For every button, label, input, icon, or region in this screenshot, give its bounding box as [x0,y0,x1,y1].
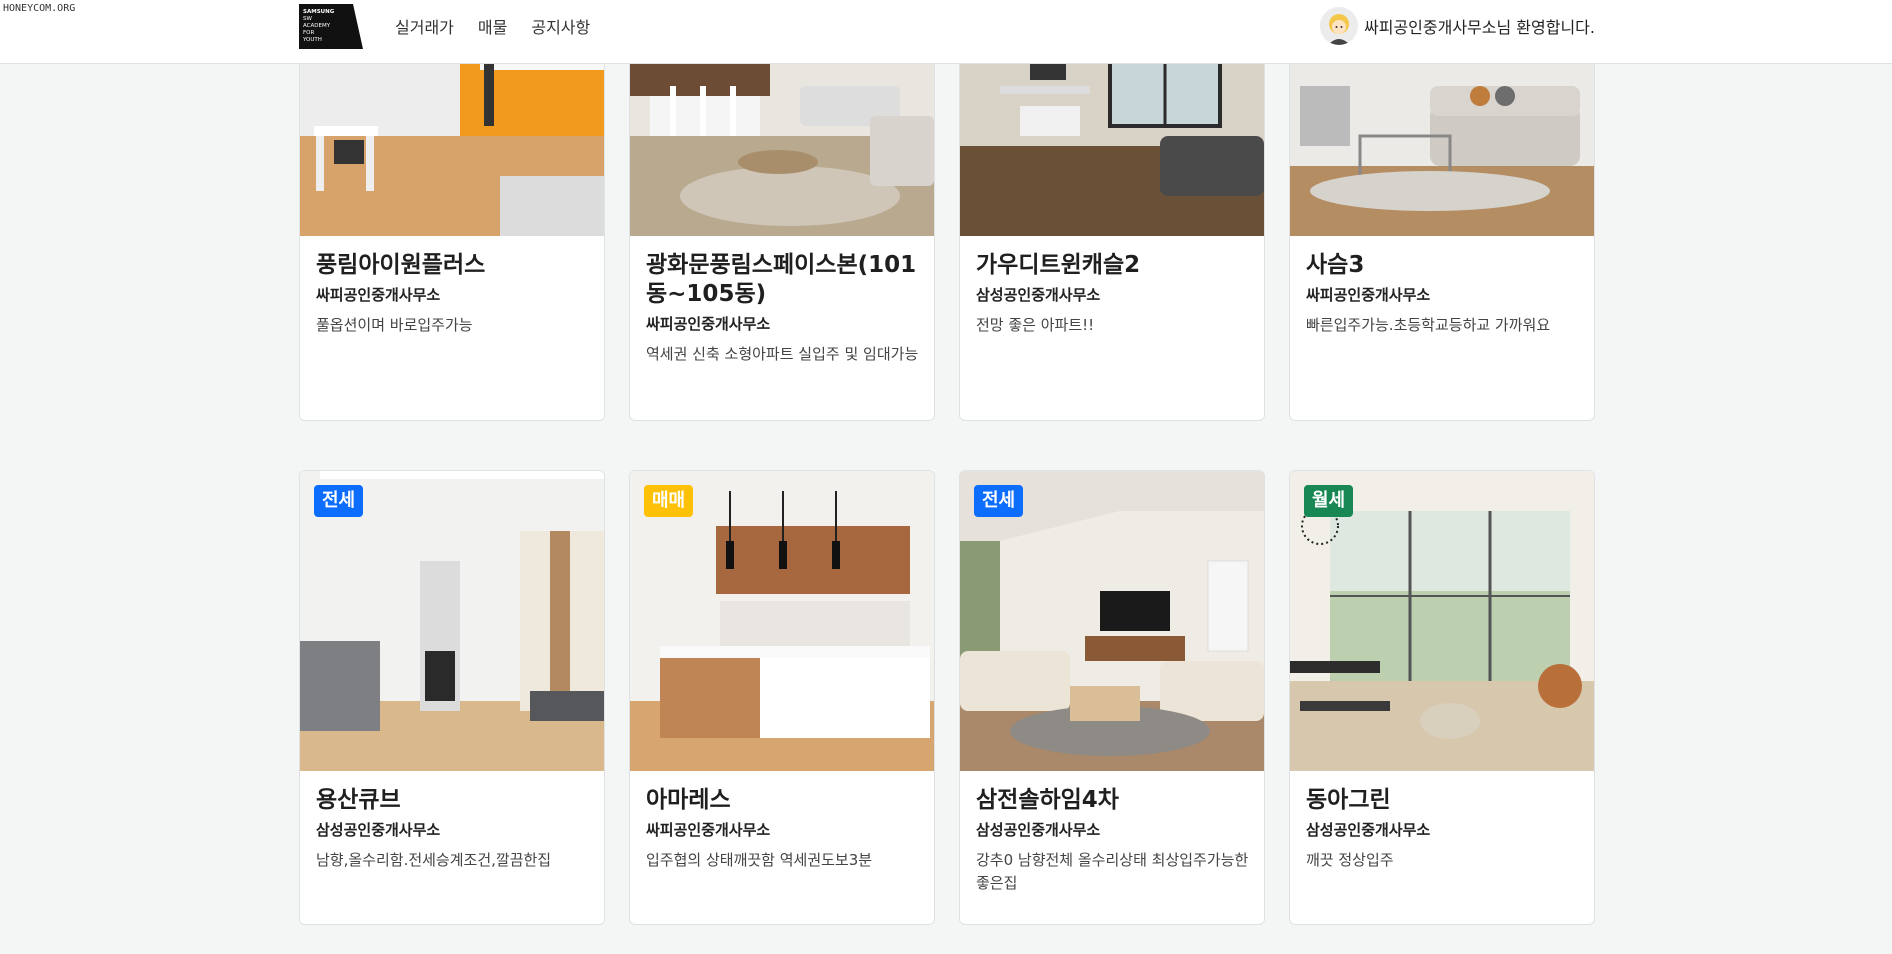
listing-photo: 전세 [300,471,604,771]
listing-agency: 삼성공인중개사무소 [976,821,1101,839]
card-body: 가우디트윈캐슬2 삼성공인중개사무소 전망 좋은 아파트!! [976,251,1252,337]
watermark: HONEYCOM.ORG [3,3,76,14]
listing-agency: 싸피공인중개사무소 [1306,286,1431,304]
avatar[interactable] [1320,7,1359,45]
listing-title: 광화문풍림스페이스본(101동~105동) [646,252,917,307]
main-nav: 실거래가 매물 공지사항 [395,16,590,40]
svg-text:FOR: FOR [303,30,314,36]
listing-description: 강추0 남향전체 올수리상태 최상입주가능한 좋은집 [976,851,1249,892]
listing-card[interactable]: 전세 삼전솔하임4차 삼성공인중개사무소 강추0 남향전체 올수리상태 최상입주… [959,470,1265,925]
card-body: 풍림아이원플러스 싸피공인중개사무소 풀옵션이며 바로입주가능 [316,251,592,337]
listing-description: 역세권 신축 소형아파트 실입주 및 임대가능 [646,345,919,363]
top-navbar: SAMSUNG SW ACADEMY FOR YOUTH 실거래가 매물 공지사… [0,0,1892,64]
listing-description: 깨끗 정상입주 [1306,851,1394,869]
listing-description: 풀옵션이며 바로입주가능 [316,316,473,334]
listing-card[interactable]: 월세 동아그린 삼성공인중개사무소 깨끗 정상입주 [1289,470,1595,925]
svg-text:ACADEMY: ACADEMY [303,23,331,29]
listing-description: 빠른입주가능.초등학교등하교 가까워요 [1306,316,1551,334]
listing-agency: 싸피공인중개사무소 [646,821,771,839]
card-body: 아마레스 싸피공인중개사무소 입주협의 상태깨끗함 역세권도보3분 [646,786,922,872]
nav-listings[interactable]: 매물 [478,16,507,40]
listing-title: 삼전솔하임4차 [976,787,1119,813]
deal-type-badge: 전세 [974,485,1024,517]
listing-photo: 전세 [960,471,1264,771]
listing-description: 입주협의 상태깨끗함 역세권도보3분 [646,851,873,869]
logo[interactable]: SAMSUNG SW ACADEMY FOR YOUTH [299,4,363,49]
nav-notice[interactable]: 공지사항 [531,16,590,40]
deal-type-badge: 전세 [314,485,364,517]
card-body: 동아그린 삼성공인중개사무소 깨끗 정상입주 [1306,786,1582,872]
listing-title: 사슴3 [1306,252,1365,278]
listing-card[interactable]: 매매 아마레스 싸피공인중개사무소 입주협의 상태깨끗함 역세권도보3분 [629,470,935,925]
listing-title: 동아그린 [1306,787,1391,813]
user-info[interactable]: 싸피공인중개사무소님 환영합니다. [1320,7,1595,45]
card-body: 사슴3 싸피공인중개사무소 빠른입주가능.초등학교등하교 가까워요 [1306,251,1582,337]
listing-agency: 삼성공인중개사무소 [1306,821,1431,839]
listing-title: 풍림아이원플러스 [316,252,486,278]
listing-agency: 싸피공인중개사무소 [646,315,771,333]
listing-agency: 싸피공인중개사무소 [316,286,441,304]
listing-card[interactable]: 전세 용산큐브 삼성공인중개사무소 남향,올수리함.전세승계조건,깔끔한집 [299,470,605,925]
listing-title: 아마레스 [646,787,731,813]
card-body: 삼전솔하임4차 삼성공인중개사무소 강추0 남향전체 올수리상태 최상입주가능한… [976,786,1252,895]
listing-photo: 월세 [1290,471,1594,771]
svg-text:YOUTH: YOUTH [302,37,322,43]
nav-real-price[interactable]: 실거래가 [395,16,454,40]
deal-type-badge: 월세 [1304,485,1354,517]
listing-agency: 삼성공인중개사무소 [316,821,441,839]
listing-title: 가우디트윈캐슬2 [976,252,1141,278]
listing-title: 용산큐브 [316,787,401,813]
card-body: 용산큐브 삼성공인중개사무소 남향,올수리함.전세승계조건,깔끔한집 [316,786,592,872]
listing-description: 남향,올수리함.전세승계조건,깔끔한집 [316,851,552,869]
card-body: 광화문풍림스페이스본(101동~105동) 싸피공인중개사무소 역세권 신축 소… [646,251,922,366]
listing-description: 전망 좋은 아파트!! [976,316,1095,334]
listing-agency: 삼성공인중개사무소 [976,286,1101,304]
svg-text:SAMSUNG: SAMSUNG [303,9,335,15]
svg-text:SW: SW [303,16,312,22]
deal-type-badge: 매매 [644,485,694,517]
listing-photo: 매매 [630,471,934,771]
welcome-message: 싸피공인중개사무소님 환영합니다. [1364,18,1595,37]
